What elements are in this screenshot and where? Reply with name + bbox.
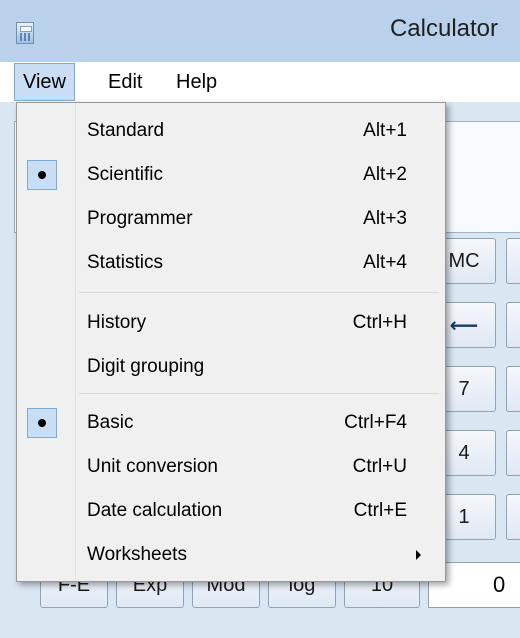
clear-entry-button[interactable] bbox=[506, 302, 520, 348]
digit-8-button[interactable] bbox=[506, 366, 520, 412]
menu-separator bbox=[79, 393, 439, 394]
calculator-app-icon[interactable] bbox=[16, 22, 34, 44]
window-title: Calculator bbox=[389, 15, 498, 42]
menu-item-digit-grouping[interactable]: Digit grouping bbox=[17, 345, 445, 389]
memory-recall-button[interactable] bbox=[506, 238, 520, 284]
menu-item-label: Unit conversion bbox=[87, 456, 218, 477]
menu-item-label: Programmer bbox=[87, 208, 193, 229]
menu-item-label: Date calculation bbox=[87, 500, 223, 521]
menu-item-shortcut: Ctrl+E bbox=[353, 500, 407, 521]
menu-item-worksheets[interactable]: Worksheets bbox=[17, 533, 445, 577]
menu-item-label: Digit grouping bbox=[87, 356, 205, 377]
menu-item-label: Standard bbox=[87, 120, 165, 141]
radio-bullet-icon bbox=[27, 160, 57, 190]
menu-item-shortcut: Ctrl+F4 bbox=[344, 412, 407, 433]
menu-item-shortcut: Ctrl+H bbox=[352, 312, 407, 333]
menu-help[interactable]: Help bbox=[168, 62, 225, 102]
title-bar[interactable]: Calculator bbox=[0, 0, 520, 62]
menu-item-label: History bbox=[87, 312, 147, 333]
menu-item-date-calculation[interactable]: Date calculation Ctrl+E bbox=[17, 489, 445, 533]
menu-item-scientific[interactable]: Scientific Alt+2 bbox=[17, 153, 445, 197]
menu-edit[interactable]: Edit bbox=[100, 62, 150, 102]
menu-view[interactable]: View bbox=[14, 63, 75, 101]
menu-item-shortcut: Alt+1 bbox=[363, 120, 407, 141]
menu-item-standard[interactable]: Standard Alt+1 bbox=[17, 109, 445, 153]
menu-bar: View Edit Help bbox=[0, 62, 520, 102]
menu-item-programmer[interactable]: Programmer Alt+3 bbox=[17, 197, 445, 241]
view-menu-dropdown: Standard Alt+1 Scientific Alt+2 Programm… bbox=[16, 102, 446, 582]
menu-item-shortcut: Alt+4 bbox=[363, 252, 407, 273]
menu-item-shortcut: Alt+3 bbox=[363, 208, 407, 229]
menu-item-label: Statistics bbox=[87, 252, 164, 273]
menu-item-basic[interactable]: Basic Ctrl+F4 bbox=[17, 401, 445, 445]
menu-item-label: Scientific bbox=[87, 164, 164, 185]
menu-item-shortcut: Ctrl+U bbox=[352, 456, 407, 477]
menu-separator bbox=[79, 292, 439, 293]
digit-2-button[interactable] bbox=[506, 494, 520, 540]
menu-item-label: Basic bbox=[87, 412, 134, 433]
menu-item-shortcut: Alt+2 bbox=[363, 164, 407, 185]
menu-item-history[interactable]: History Ctrl+H bbox=[17, 301, 445, 345]
menu-item-statistics[interactable]: Statistics Alt+4 bbox=[17, 241, 445, 285]
digit-5-button[interactable] bbox=[506, 430, 520, 476]
submenu-arrow-icon bbox=[416, 550, 421, 560]
menu-item-label: Worksheets bbox=[87, 544, 187, 565]
menu-item-unit-conversion[interactable]: Unit conversion Ctrl+U bbox=[17, 445, 445, 489]
radio-bullet-icon bbox=[27, 408, 57, 438]
